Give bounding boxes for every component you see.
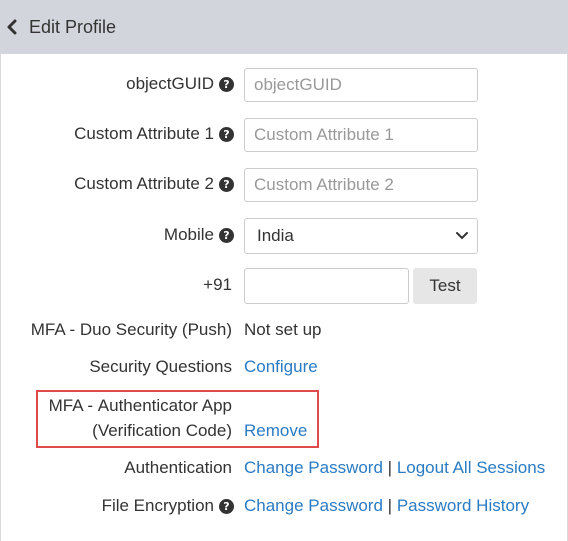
custom-attribute-2-label: Custom Attribute 2 ? [74,174,234,194]
configure-link[interactable]: Configure [244,357,318,377]
test-button[interactable]: Test [413,268,477,304]
mobile-label: Mobile ? [164,225,234,245]
mfa-authenticator-label: MFA - Authenticator App [48,396,232,415]
separator: | [387,458,393,477]
country-code-label: +91 [203,275,232,294]
chevron-down-icon [456,232,468,240]
authentication-actions: Change Password | Logout All Sessions [244,458,545,478]
remove-link[interactable]: Remove [244,421,307,441]
authentication-label: Authentication [124,458,232,477]
file-encryption-label: File Encryption ? [102,496,234,516]
file-encryption-actions: Change Password | Password History [244,496,529,516]
page-header: Edit Profile [0,0,568,54]
chevron-left-icon [4,19,20,35]
help-icon[interactable]: ? [219,227,234,243]
page-title: Edit Profile [29,16,117,37]
custom-attribute-1-input[interactable] [244,118,478,152]
help-icon[interactable]: ? [219,126,234,142]
object-guid-input[interactable] [244,68,478,102]
custom-attribute-1-label: Custom Attribute 1 ? [74,124,234,144]
country-select[interactable]: India [244,218,478,254]
object-guid-label: objectGUID ? [126,74,234,94]
back-button[interactable]: Edit Profile [0,0,116,54]
security-questions-label: Security Questions [89,357,232,376]
change-password-link[interactable]: Change Password [244,458,383,477]
help-icon[interactable]: ? [219,76,234,92]
help-icon[interactable]: ? [219,498,234,514]
panel-border-left [0,54,1,541]
mfa-authenticator-sublabel: (Verification Code) [92,421,232,440]
password-history-link[interactable]: Password History [397,496,529,515]
change-password-link[interactable]: Change Password [244,496,383,515]
help-icon[interactable]: ? [219,176,234,192]
logout-all-sessions-link[interactable]: Logout All Sessions [397,458,545,477]
custom-attribute-2-input[interactable] [244,168,478,202]
mfa-duo-label: MFA - Duo Security (Push) [30,320,232,339]
separator: | [387,496,393,515]
phone-input[interactable] [244,268,409,304]
mfa-duo-status: Not set up [244,320,322,339]
